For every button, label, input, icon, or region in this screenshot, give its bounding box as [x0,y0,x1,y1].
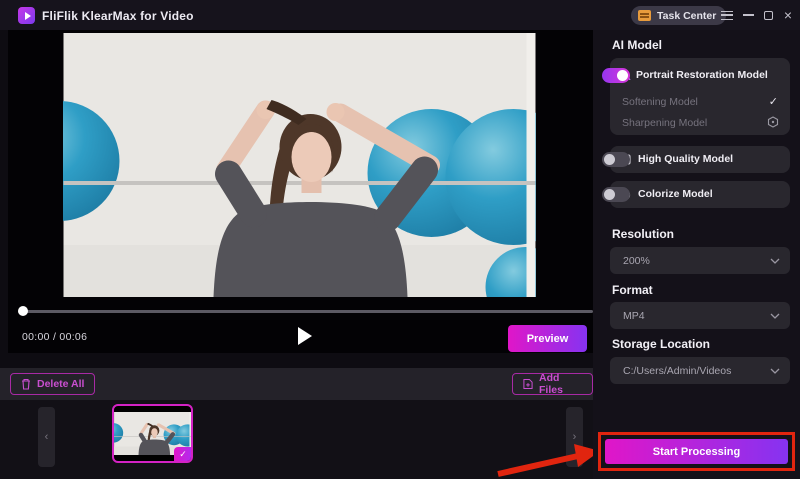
sharpening-model-option[interactable]: Sharpening Model [622,117,707,129]
add-files-label: Add Files [539,372,582,396]
chevron-left-icon: ‹ [45,431,49,443]
task-list-icon [638,10,651,21]
delete-all-button[interactable]: Delete All [10,373,95,395]
add-files-button[interactable]: Add Files [512,373,593,395]
resolution-dropdown[interactable]: 200% [610,247,790,274]
portrait-restoration-card: Portrait Restoration Model Softening Mod… [610,58,790,135]
maximize-button[interactable] [760,8,776,22]
settings-panel: AI Model Portrait Restoration Model Soft… [593,30,800,479]
video-thumbnail[interactable]: ✓ [112,404,193,463]
chevron-down-icon [770,368,780,374]
task-center-button[interactable]: Task Center [631,6,726,25]
video-player: 00:00 / 00:06 Preview [8,30,593,353]
seek-handle[interactable] [18,306,28,316]
file-action-bar: Delete All Add Files [0,368,593,400]
video-frame [63,33,536,297]
chevron-down-icon [770,258,780,264]
title-bar: FliFlik KlearMax for Video Task Center × [0,0,800,30]
storage-header: Storage Location [612,337,710,351]
high-quality-label: High Quality Model [638,153,733,165]
storage-value: C:/Users/Admin/Videos [623,365,770,377]
minimize-button[interactable] [740,8,756,22]
colorize-label: Colorize Model [638,188,713,200]
start-processing-button[interactable]: Start Processing [605,439,788,464]
colorize-toggle[interactable] [602,187,630,202]
app-window: FliFlik KlearMax for Video Task Center × [0,0,800,479]
delete-all-label: Delete All [37,378,84,390]
format-value: MP4 [623,310,770,322]
high-quality-toggle[interactable] [602,152,630,167]
close-button[interactable]: × [780,8,796,22]
menu-icon[interactable] [719,8,735,22]
model-download-icon [767,116,779,128]
preview-button[interactable]: Preview [508,325,587,352]
resolution-header: Resolution [612,227,674,241]
annotation-arrow [492,441,604,479]
time-display: 00:00 / 00:06 [22,331,87,343]
annotation-highlight-box: Start Processing [598,432,795,471]
format-header: Format [612,283,653,297]
selected-check-badge: ✓ [174,447,192,462]
play-button[interactable] [298,327,312,345]
format-dropdown[interactable]: MP4 [610,302,790,329]
portrait-model-toggle[interactable] [602,68,630,83]
task-center-label: Task Center [657,10,716,22]
chevron-down-icon [770,313,780,319]
trash-icon [21,378,31,390]
check-icon: ✓ [179,449,187,460]
add-file-icon [523,378,533,390]
app-logo-icon [18,7,35,24]
resolution-value: 200% [623,255,770,267]
high-quality-card: High Quality Model [610,146,790,173]
app-title: FliFlik KlearMax for Video [42,9,194,23]
seek-bar[interactable] [18,310,593,313]
check-icon: ✓ [769,95,778,108]
scroll-left-button[interactable]: ‹ [38,407,55,467]
storage-dropdown[interactable]: C:/Users/Admin/Videos [610,357,790,384]
ai-model-header: AI Model [612,38,662,52]
colorize-card: Colorize Model [610,181,790,208]
portrait-model-label: Portrait Restoration Model [636,69,768,81]
softening-model-option[interactable]: Softening Model [622,96,698,108]
